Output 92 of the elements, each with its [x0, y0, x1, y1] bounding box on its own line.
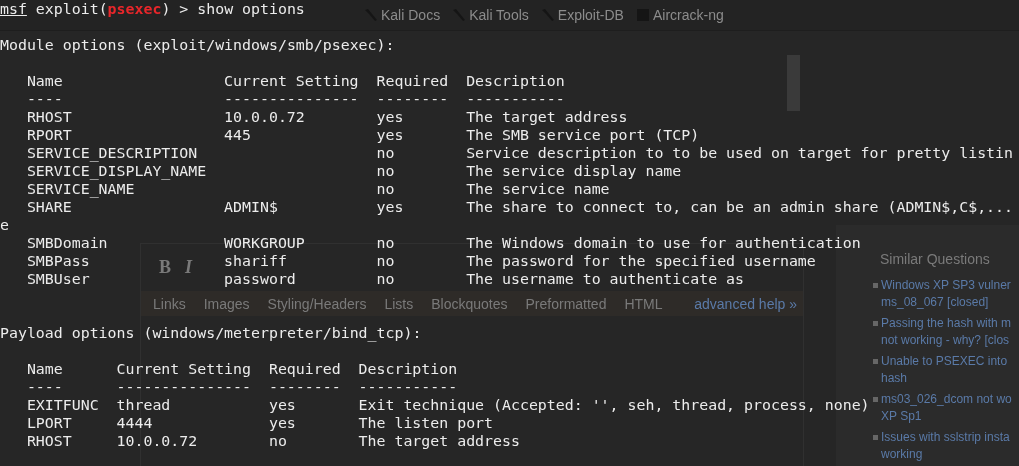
column-header: Description: [466, 72, 565, 90]
table-cell: yes: [268, 414, 296, 432]
bookmark-link[interactable]: Aircrack-ng: [652, 7, 724, 23]
table-cell: 4444: [116, 414, 153, 432]
toolbar-button[interactable]: B: [159, 257, 171, 278]
table-cell: ADMIN$: [224, 198, 278, 216]
help-tab[interactable]: HTML: [624, 295, 663, 312]
table-cell: yes: [268, 396, 296, 414]
help-tab[interactable]: Blockquotes: [431, 295, 508, 312]
table-cell: 10.0.0.72: [224, 108, 305, 126]
table-cell: no: [376, 144, 395, 162]
table-cell: The service display name: [466, 162, 682, 180]
table-cell: shariff: [224, 252, 287, 270]
header-underline: ---------------: [224, 90, 359, 108]
column-header: Required: [268, 360, 341, 378]
section-heading: Payload options (windows/meterpreter/bind_tcp):: [0, 324, 422, 342]
header-underline: --------: [376, 90, 449, 108]
header-underline: ---------------: [116, 378, 251, 396]
bullet-icon: [873, 397, 878, 402]
header-underline: -----------: [466, 90, 565, 108]
table-cell: thread: [116, 396, 171, 414]
table-cell: RHOST: [26, 432, 72, 450]
help-tab[interactable]: Styling/Headers: [267, 295, 367, 312]
table-cell: no: [268, 432, 287, 450]
toolbar-button[interactable]: I: [185, 257, 193, 278]
table-cell: SMBDomain: [26, 234, 108, 252]
table-cell: no: [376, 234, 395, 252]
table-cell: yes: [376, 108, 404, 126]
table-cell: SHARE: [26, 198, 72, 216]
table-cell: RHOST: [26, 108, 72, 126]
table-cell: yes: [376, 198, 404, 216]
header-underline: ----: [26, 90, 63, 108]
table-cell: The listen port: [358, 414, 494, 432]
column-header: Current Setting: [224, 72, 359, 90]
prompt-context: msf: [0, 0, 27, 18]
section-heading: Module options (exploit/windows/smb/psexec):: [0, 36, 395, 54]
table-cell: SERVICE_DISPLAY_NAME: [26, 162, 207, 180]
table-cell: SMBPass: [26, 252, 90, 270]
table-cell: Exit technique (Accepted: '', seh, thread, process, none): [358, 396, 870, 414]
table-cell: 10.0.0.72: [116, 432, 198, 450]
help-link[interactable]: advanced help »: [694, 295, 797, 312]
table-cell: no: [376, 270, 395, 288]
table-cell: LPORT: [26, 414, 72, 432]
table-cell: no: [376, 252, 395, 270]
bookmark-link[interactable]: Kali Docs: [381, 7, 441, 23]
sidebar-heading: Similar Questions: [880, 251, 991, 267]
help-tab[interactable]: Preformatted: [525, 295, 607, 312]
table-cell: The service name: [466, 180, 610, 198]
help-tab[interactable]: Images: [203, 295, 250, 312]
question-link[interactable]: Issues with sslstrip insta working: [881, 429, 1019, 463]
table-cell: WORKGROUP: [224, 234, 305, 252]
table-cell: Service description to to be used on target for pretty listin: [466, 144, 1013, 162]
table-cell: RPORT: [26, 126, 72, 144]
prompt-text: exploit(: [34, 0, 108, 18]
bullet-icon: [873, 283, 878, 288]
table-cell: The username to authenticate as: [466, 270, 745, 288]
header-underline: --------: [268, 378, 341, 396]
table-cell: no: [376, 162, 395, 180]
table-cell: EXITFUNC: [26, 396, 99, 414]
help-tab[interactable]: Lists: [384, 295, 414, 312]
table-cell: The target address: [466, 108, 628, 126]
table-cell: password: [224, 270, 296, 288]
bullet-icon: [873, 359, 878, 364]
table-cell: The Windows domain to use for authentication: [466, 234, 861, 252]
column-header: Name: [26, 72, 63, 90]
table-cell: 445: [224, 126, 251, 144]
column-header: Current Setting: [116, 360, 251, 378]
table-cell: The password for the specified username: [466, 252, 816, 270]
module-name: psexec: [107, 0, 162, 18]
bookmark-link[interactable]: Exploit-DB: [557, 7, 624, 23]
column-header: Description: [358, 360, 458, 378]
column-header: Required: [376, 72, 449, 90]
bullet-icon: [873, 435, 878, 440]
header-underline: ----: [26, 378, 63, 396]
question-link[interactable]: Passing the hash with m not working - why? [clos: [881, 315, 1019, 349]
table-cell: SERVICE_DESCRIPTION: [26, 144, 198, 162]
table-cell: SERVICE_NAME: [26, 180, 135, 198]
help-tab[interactable]: Links: [153, 295, 186, 312]
bookmark-link[interactable]: Kali Tools: [469, 7, 529, 23]
question-link[interactable]: Windows XP SP3 vulner ms_08_067 [closed]: [881, 277, 1019, 311]
table-cell: no: [376, 180, 395, 198]
header-underline: -----------: [358, 378, 458, 396]
table-cell: The share to connect to, can be an admin share (ADMIN$,C$,...: [466, 198, 1013, 216]
question-link[interactable]: ms03_026_dcom not wo XP Sp1: [881, 391, 1019, 425]
table-cell: e: [0, 216, 9, 234]
table-cell: SMBUser: [26, 270, 90, 288]
table-cell: The SMB service port (TCP): [466, 126, 700, 144]
table-cell: yes: [376, 126, 404, 144]
bullet-icon: [873, 321, 878, 326]
prompt-text: ) > show options: [161, 0, 305, 18]
table-cell: The target address: [358, 432, 520, 450]
column-header: Name: [26, 360, 63, 378]
